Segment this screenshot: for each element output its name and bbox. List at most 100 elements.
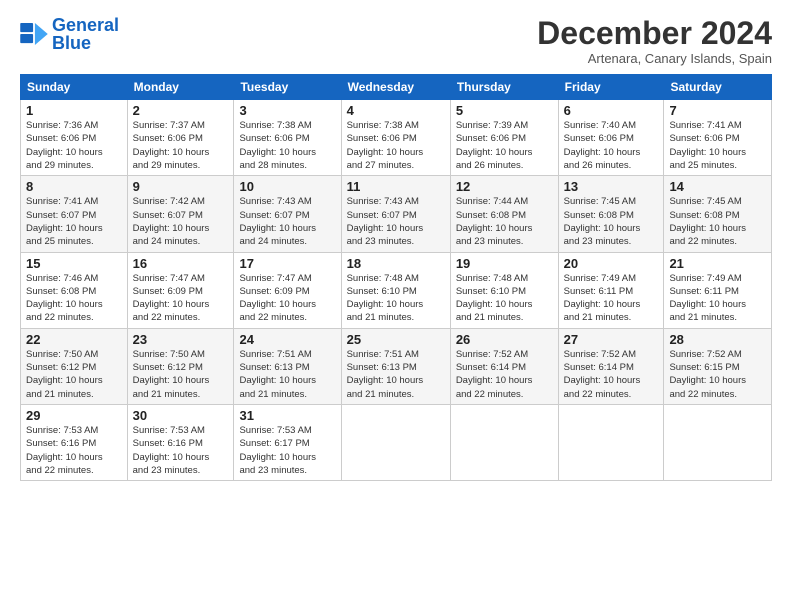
table-row bbox=[558, 404, 664, 480]
day-info: Sunrise: 7:38 AM Sunset: 6:06 PM Dayligh… bbox=[347, 119, 445, 172]
day-number: 31 bbox=[239, 408, 335, 423]
table-row: 25Sunrise: 7:51 AM Sunset: 6:13 PM Dayli… bbox=[341, 328, 450, 404]
day-info: Sunrise: 7:39 AM Sunset: 6:06 PM Dayligh… bbox=[456, 119, 553, 172]
day-number: 12 bbox=[456, 179, 553, 194]
table-row: 20Sunrise: 7:49 AM Sunset: 6:11 PM Dayli… bbox=[558, 252, 664, 328]
col-friday: Friday bbox=[558, 75, 664, 100]
day-info: Sunrise: 7:53 AM Sunset: 6:16 PM Dayligh… bbox=[26, 424, 122, 477]
day-info: Sunrise: 7:51 AM Sunset: 6:13 PM Dayligh… bbox=[347, 348, 445, 401]
day-info: Sunrise: 7:42 AM Sunset: 6:07 PM Dayligh… bbox=[133, 195, 229, 248]
day-number: 9 bbox=[133, 179, 229, 194]
col-thursday: Thursday bbox=[450, 75, 558, 100]
table-row: 10Sunrise: 7:43 AM Sunset: 6:07 PM Dayli… bbox=[234, 176, 341, 252]
table-row: 31Sunrise: 7:53 AM Sunset: 6:17 PM Dayli… bbox=[234, 404, 341, 480]
table-row bbox=[341, 404, 450, 480]
day-number: 22 bbox=[26, 332, 122, 347]
day-info: Sunrise: 7:50 AM Sunset: 6:12 PM Dayligh… bbox=[133, 348, 229, 401]
day-number: 21 bbox=[669, 256, 766, 271]
day-info: Sunrise: 7:46 AM Sunset: 6:08 PM Dayligh… bbox=[26, 272, 122, 325]
day-info: Sunrise: 7:50 AM Sunset: 6:12 PM Dayligh… bbox=[26, 348, 122, 401]
day-info: Sunrise: 7:45 AM Sunset: 6:08 PM Dayligh… bbox=[564, 195, 659, 248]
logo-icon bbox=[20, 23, 48, 45]
day-info: Sunrise: 7:48 AM Sunset: 6:10 PM Dayligh… bbox=[347, 272, 445, 325]
day-number: 4 bbox=[347, 103, 445, 118]
table-row: 12Sunrise: 7:44 AM Sunset: 6:08 PM Dayli… bbox=[450, 176, 558, 252]
calendar-week-row: 15Sunrise: 7:46 AM Sunset: 6:08 PM Dayli… bbox=[21, 252, 772, 328]
day-number: 5 bbox=[456, 103, 553, 118]
calendar-table: Sunday Monday Tuesday Wednesday Thursday… bbox=[20, 74, 772, 481]
col-sunday: Sunday bbox=[21, 75, 128, 100]
day-info: Sunrise: 7:47 AM Sunset: 6:09 PM Dayligh… bbox=[239, 272, 335, 325]
table-row: 13Sunrise: 7:45 AM Sunset: 6:08 PM Dayli… bbox=[558, 176, 664, 252]
logo-text: General Blue bbox=[52, 16, 119, 52]
day-number: 2 bbox=[133, 103, 229, 118]
day-number: 6 bbox=[564, 103, 659, 118]
day-info: Sunrise: 7:47 AM Sunset: 6:09 PM Dayligh… bbox=[133, 272, 229, 325]
table-row bbox=[450, 404, 558, 480]
day-info: Sunrise: 7:52 AM Sunset: 6:14 PM Dayligh… bbox=[456, 348, 553, 401]
day-info: Sunrise: 7:38 AM Sunset: 6:06 PM Dayligh… bbox=[239, 119, 335, 172]
day-number: 10 bbox=[239, 179, 335, 194]
table-row: 21Sunrise: 7:49 AM Sunset: 6:11 PM Dayli… bbox=[664, 252, 772, 328]
day-info: Sunrise: 7:44 AM Sunset: 6:08 PM Dayligh… bbox=[456, 195, 553, 248]
table-row: 30Sunrise: 7:53 AM Sunset: 6:16 PM Dayli… bbox=[127, 404, 234, 480]
day-info: Sunrise: 7:53 AM Sunset: 6:16 PM Dayligh… bbox=[133, 424, 229, 477]
table-row: 14Sunrise: 7:45 AM Sunset: 6:08 PM Dayli… bbox=[664, 176, 772, 252]
table-row: 17Sunrise: 7:47 AM Sunset: 6:09 PM Dayli… bbox=[234, 252, 341, 328]
table-row: 7Sunrise: 7:41 AM Sunset: 6:06 PM Daylig… bbox=[664, 100, 772, 176]
subtitle: Artenara, Canary Islands, Spain bbox=[537, 51, 772, 66]
col-monday: Monday bbox=[127, 75, 234, 100]
logo: General Blue bbox=[20, 16, 119, 52]
page: General Blue December 2024 Artenara, Can… bbox=[0, 0, 792, 612]
logo-general: General bbox=[52, 15, 119, 35]
day-number: 23 bbox=[133, 332, 229, 347]
day-info: Sunrise: 7:41 AM Sunset: 6:07 PM Dayligh… bbox=[26, 195, 122, 248]
table-row: 8Sunrise: 7:41 AM Sunset: 6:07 PM Daylig… bbox=[21, 176, 128, 252]
day-number: 16 bbox=[133, 256, 229, 271]
day-number: 25 bbox=[347, 332, 445, 347]
day-info: Sunrise: 7:37 AM Sunset: 6:06 PM Dayligh… bbox=[133, 119, 229, 172]
table-row: 26Sunrise: 7:52 AM Sunset: 6:14 PM Dayli… bbox=[450, 328, 558, 404]
calendar-week-row: 22Sunrise: 7:50 AM Sunset: 6:12 PM Dayli… bbox=[21, 328, 772, 404]
day-info: Sunrise: 7:43 AM Sunset: 6:07 PM Dayligh… bbox=[347, 195, 445, 248]
table-row: 15Sunrise: 7:46 AM Sunset: 6:08 PM Dayli… bbox=[21, 252, 128, 328]
day-number: 8 bbox=[26, 179, 122, 194]
calendar-week-row: 29Sunrise: 7:53 AM Sunset: 6:16 PM Dayli… bbox=[21, 404, 772, 480]
table-row: 29Sunrise: 7:53 AM Sunset: 6:16 PM Dayli… bbox=[21, 404, 128, 480]
table-row: 22Sunrise: 7:50 AM Sunset: 6:12 PM Dayli… bbox=[21, 328, 128, 404]
day-number: 24 bbox=[239, 332, 335, 347]
day-number: 20 bbox=[564, 256, 659, 271]
day-info: Sunrise: 7:53 AM Sunset: 6:17 PM Dayligh… bbox=[239, 424, 335, 477]
table-row: 4Sunrise: 7:38 AM Sunset: 6:06 PM Daylig… bbox=[341, 100, 450, 176]
table-row: 27Sunrise: 7:52 AM Sunset: 6:14 PM Dayli… bbox=[558, 328, 664, 404]
table-row: 3Sunrise: 7:38 AM Sunset: 6:06 PM Daylig… bbox=[234, 100, 341, 176]
day-info: Sunrise: 7:49 AM Sunset: 6:11 PM Dayligh… bbox=[669, 272, 766, 325]
table-row: 1Sunrise: 7:36 AM Sunset: 6:06 PM Daylig… bbox=[21, 100, 128, 176]
day-number: 17 bbox=[239, 256, 335, 271]
day-info: Sunrise: 7:36 AM Sunset: 6:06 PM Dayligh… bbox=[26, 119, 122, 172]
day-number: 28 bbox=[669, 332, 766, 347]
day-number: 26 bbox=[456, 332, 553, 347]
day-info: Sunrise: 7:52 AM Sunset: 6:15 PM Dayligh… bbox=[669, 348, 766, 401]
day-info: Sunrise: 7:40 AM Sunset: 6:06 PM Dayligh… bbox=[564, 119, 659, 172]
calendar-week-row: 1Sunrise: 7:36 AM Sunset: 6:06 PM Daylig… bbox=[21, 100, 772, 176]
day-info: Sunrise: 7:52 AM Sunset: 6:14 PM Dayligh… bbox=[564, 348, 659, 401]
day-number: 1 bbox=[26, 103, 122, 118]
day-number: 7 bbox=[669, 103, 766, 118]
table-row: 9Sunrise: 7:42 AM Sunset: 6:07 PM Daylig… bbox=[127, 176, 234, 252]
table-row: 23Sunrise: 7:50 AM Sunset: 6:12 PM Dayli… bbox=[127, 328, 234, 404]
title-area: December 2024 Artenara, Canary Islands, … bbox=[537, 16, 772, 66]
table-row: 11Sunrise: 7:43 AM Sunset: 6:07 PM Dayli… bbox=[341, 176, 450, 252]
table-row: 19Sunrise: 7:48 AM Sunset: 6:10 PM Dayli… bbox=[450, 252, 558, 328]
day-number: 3 bbox=[239, 103, 335, 118]
day-number: 15 bbox=[26, 256, 122, 271]
day-number: 14 bbox=[669, 179, 766, 194]
day-info: Sunrise: 7:51 AM Sunset: 6:13 PM Dayligh… bbox=[239, 348, 335, 401]
month-title: December 2024 bbox=[537, 16, 772, 51]
table-row: 6Sunrise: 7:40 AM Sunset: 6:06 PM Daylig… bbox=[558, 100, 664, 176]
calendar-header-row: Sunday Monday Tuesday Wednesday Thursday… bbox=[21, 75, 772, 100]
header-area: General Blue December 2024 Artenara, Can… bbox=[20, 16, 772, 66]
day-number: 19 bbox=[456, 256, 553, 271]
table-row: 2Sunrise: 7:37 AM Sunset: 6:06 PM Daylig… bbox=[127, 100, 234, 176]
col-saturday: Saturday bbox=[664, 75, 772, 100]
